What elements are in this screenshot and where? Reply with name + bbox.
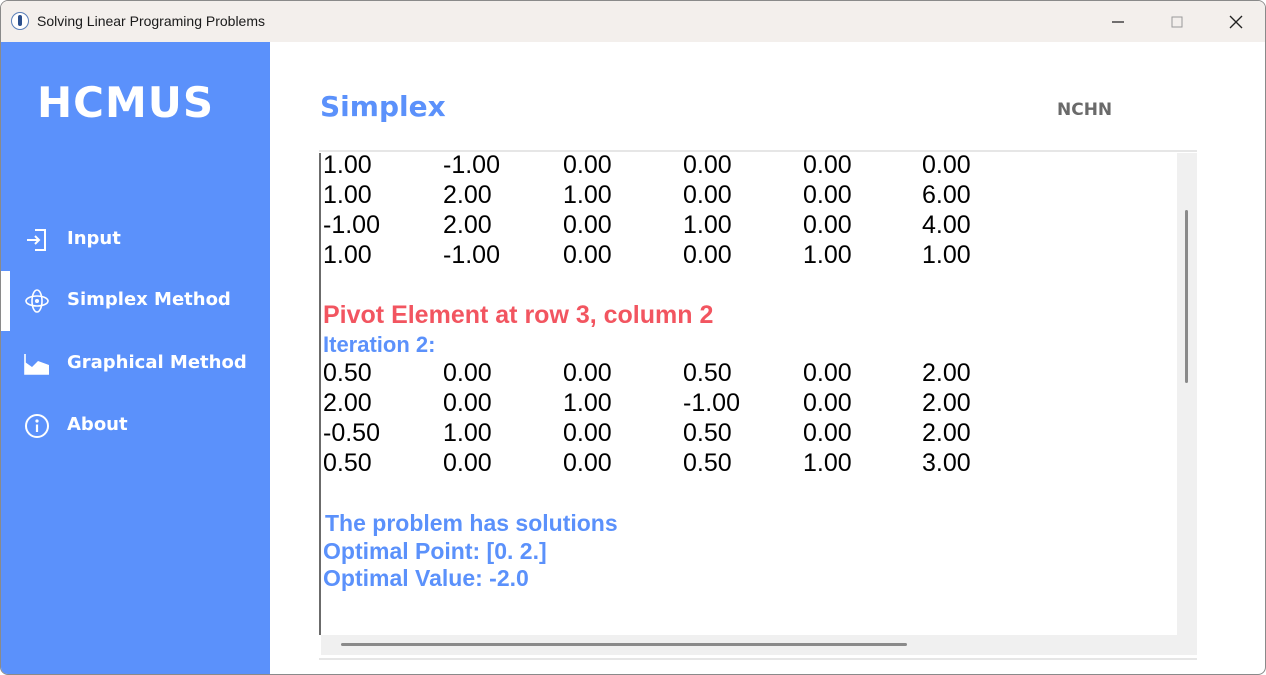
close-icon (1229, 15, 1243, 29)
tableau-cell: 1.00 (683, 211, 732, 239)
sidebar: HCMUS Input Simplex Method Graphical Met… (1, 42, 270, 674)
tableau-cell: 0.00 (443, 359, 492, 387)
tableau-cell: 0.00 (563, 419, 612, 447)
tableau-cell: 0.00 (563, 359, 612, 387)
tableau-cell: 0.50 (683, 449, 732, 477)
minimize-button[interactable] (1089, 1, 1147, 42)
tableau-cell: 1.00 (563, 389, 612, 417)
login-icon (27, 229, 46, 251)
tableau-cell: 1.00 (803, 241, 852, 269)
tableau-cell: 0.00 (922, 153, 971, 179)
tableau-cell: 2.00 (922, 419, 971, 447)
tableau-cell: 0.00 (563, 153, 612, 179)
tableau-cell: 6.00 (922, 181, 971, 209)
tableau-cell: 0.50 (683, 419, 732, 447)
sidebar-item-label: Graphical Method (67, 352, 247, 373)
tableau-cell: 0.00 (803, 211, 852, 239)
vertical-scroll-thumb[interactable] (1185, 210, 1188, 383)
tableau-cell: 0.00 (443, 389, 492, 417)
maximize-button[interactable] (1148, 1, 1206, 42)
tableau-cell: 3.00 (922, 449, 971, 477)
sidebar-item-label: About (67, 414, 128, 435)
app-icon (11, 12, 29, 30)
iteration-label: Iteration 2: (323, 332, 436, 357)
tableau-cell: 0.00 (803, 359, 852, 387)
brand-logo-text: HCMUS (37, 78, 215, 127)
tableau-cell: 2.00 (443, 181, 492, 209)
tableau-cell: 0.00 (683, 241, 732, 269)
tableau-cell: 1.00 (803, 449, 852, 477)
tableau-cell: -1.00 (443, 241, 500, 269)
tableau-cell: 0.50 (683, 359, 732, 387)
maximize-icon (1171, 16, 1183, 28)
tableau-cell: 1.00 (323, 153, 372, 179)
tableau-cell: 1.00 (443, 419, 492, 447)
tableau-cell: -0.50 (323, 419, 380, 447)
sidebar-item-simplex-method[interactable]: Simplex Method (1, 271, 270, 331)
tableau-cell: -1.00 (683, 389, 740, 417)
active-indicator (1, 271, 10, 331)
area-chart-icon (24, 354, 49, 375)
sidebar-item-label: Input (67, 228, 121, 249)
tableau-cell: 0.00 (683, 181, 732, 209)
tableau-cell: 4.00 (922, 211, 971, 239)
sidebar-item-label: Simplex Method (67, 289, 231, 310)
tableau-cell: 2.00 (323, 389, 372, 417)
tableau-cell: 1.00 (563, 181, 612, 209)
tableau-cell: 0.00 (563, 211, 612, 239)
optimal-value: Optimal Value: -2.0 (323, 565, 529, 591)
tableau-cell: 0.00 (683, 153, 732, 179)
tableau-cell: 1.00 (323, 181, 372, 209)
tableau-cell: 1.00 (323, 241, 372, 269)
app-window: Solving Linear Programing Problems HCMUS… (0, 0, 1266, 675)
minimize-icon (1112, 21, 1124, 23)
tableau-cell: 0.00 (803, 153, 852, 179)
sidebar-item-input[interactable]: Input (1, 210, 270, 268)
window-title: Solving Linear Programing Problems (37, 13, 265, 29)
page-title: Simplex (320, 90, 446, 123)
pivot-message: Pivot Element at row 3, column 2 (323, 301, 714, 329)
tableau-cell: 0.00 (563, 241, 612, 269)
tableau-cell: -1.00 (323, 211, 380, 239)
vertical-scrollbar[interactable] (1177, 153, 1197, 655)
sidebar-item-about[interactable]: About (1, 396, 270, 454)
tableau-cell: -1.00 (443, 153, 500, 179)
tableau-cell: 1.00 (922, 241, 971, 269)
tableau-cell: 2.00 (922, 389, 971, 417)
output-text-area[interactable]: 1.00 -1.00 0.00 0.00 0.00 0.00 1.00 2.00 1.00 0.0… (319, 153, 1177, 635)
close-button[interactable] (1207, 1, 1265, 42)
tableau-cell: 0.00 (563, 449, 612, 477)
info-icon (25, 414, 49, 438)
horizontal-scrollbar[interactable] (321, 635, 1177, 655)
optimal-point: Optimal Point: [0. 2.] (323, 538, 547, 564)
tableau-cell: 0.00 (803, 389, 852, 417)
horizontal-scroll-thumb[interactable] (341, 643, 907, 646)
divider (319, 658, 1197, 660)
user-label: NCHN (1057, 100, 1113, 120)
divider (319, 150, 1197, 152)
solution-status: The problem has solutions (325, 510, 618, 536)
title-bar: Solving Linear Programing Problems (1, 1, 1265, 42)
tableau-cell: 2.00 (443, 211, 492, 239)
tableau-cell: 0.00 (443, 449, 492, 477)
tableau-cell: 0.50 (323, 449, 372, 477)
atom-icon (25, 289, 49, 313)
tableau-cell: 0.00 (803, 419, 852, 447)
tableau-cell: 2.00 (922, 359, 971, 387)
tableau-cell: 0.00 (803, 181, 852, 209)
tableau-cell: 0.50 (323, 359, 372, 387)
sidebar-item-graphical-method[interactable]: Graphical Method (1, 334, 270, 392)
